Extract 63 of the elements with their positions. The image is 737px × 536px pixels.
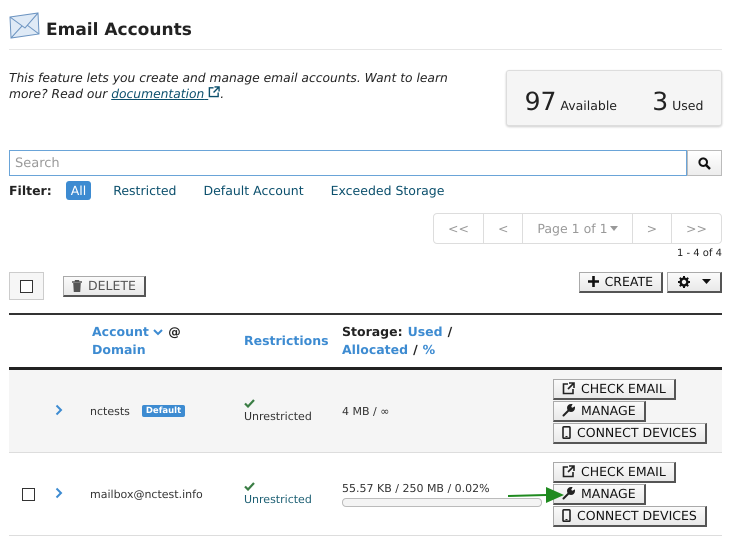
phone-icon (562, 426, 571, 439)
account-name: nctests (90, 404, 130, 418)
header-text: / (448, 324, 452, 340)
delete-button[interactable]: DELETE (63, 276, 146, 296)
plus-icon (588, 276, 599, 287)
select-all-checkbox[interactable] (20, 280, 33, 292)
default-badge: Default (142, 405, 186, 417)
sort-link[interactable]: Used (408, 324, 443, 340)
check-email-button[interactable]: CHECK EMAIL (553, 462, 676, 482)
storage-usage: 55.57 KB / 250 MB / 0.02% (342, 482, 491, 494)
expand-icon[interactable] (55, 404, 63, 416)
caret-icon (702, 279, 710, 284)
sort-link[interactable]: Account (92, 324, 149, 339)
check-email-button[interactable]: CHECK EMAIL (553, 378, 676, 400)
filter-option[interactable]: Restricted (108, 181, 182, 200)
chevron-down-icon[interactable] (153, 329, 164, 336)
account-name: mailbox@nctest.info (90, 488, 203, 500)
phone-icon (562, 509, 571, 522)
row-checkbox[interactable] (22, 488, 35, 500)
select-all-button[interactable] (9, 272, 44, 300)
connect-devices-button[interactable]: CONNECT DEVICES (553, 422, 707, 444)
search-icon (698, 156, 711, 170)
sort-link[interactable]: Restrictions (244, 333, 329, 349)
external-link-icon (562, 465, 575, 478)
documentation-link[interactable]: documentation (111, 87, 220, 101)
page-title: Email Accounts (46, 20, 192, 40)
external-link-icon (562, 382, 575, 395)
stat-label: Used (672, 98, 704, 112)
storage-usage: 4 MB / ∞ (342, 404, 390, 418)
settings-icon (678, 276, 690, 288)
intro-text: This feature lets you create and manage email accounts. Want to learn more? Read our documentation . (9, 70, 449, 102)
create-button[interactable]: CREATE (578, 272, 663, 292)
expand-icon[interactable] (55, 486, 63, 498)
sort-link[interactable]: Allocated (342, 342, 408, 358)
check-icon (244, 482, 255, 491)
wrench-icon (562, 487, 575, 500)
stat-value: 97 (524, 86, 556, 116)
manage-button[interactable]: MANAGE (553, 484, 646, 504)
header-text: Storage: (342, 324, 403, 340)
sort-link[interactable]: % (422, 342, 436, 358)
envelope-icon (9, 12, 40, 39)
sort-link[interactable]: Domain (92, 342, 146, 358)
stat-label: Available (560, 98, 617, 112)
filter-option[interactable]: Default Account (198, 181, 309, 200)
search-button[interactable] (687, 150, 722, 176)
caret-icon (610, 226, 618, 231)
restriction-status: Unrestricted (244, 493, 313, 506)
settings-button[interactable] (667, 272, 722, 292)
filter-option[interactable]: Exceeded Storage (326, 181, 450, 200)
header-text: @ (168, 324, 181, 340)
filter-option[interactable]: All (66, 181, 92, 200)
trash-icon (72, 280, 82, 292)
connect-devices-button[interactable]: CONNECT DEVICES (553, 506, 707, 526)
external-link-icon (208, 86, 220, 98)
filter-label: Filter: (9, 183, 52, 198)
search-field[interactable]: Search (9, 150, 687, 176)
result-count: 1 - 4 of 4 (676, 248, 722, 259)
manage-button[interactable]: MANAGE (553, 400, 646, 422)
stat-value: 3 (652, 86, 668, 116)
check-icon (244, 399, 255, 408)
restriction-status: Unrestricted (244, 410, 313, 423)
wrench-icon (562, 404, 575, 417)
header-text: / (413, 342, 418, 358)
